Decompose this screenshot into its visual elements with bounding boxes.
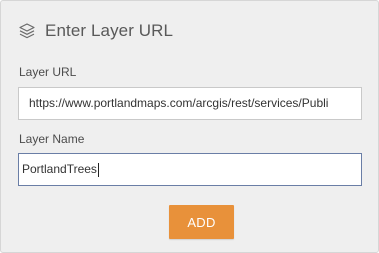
layer-name-label: Layer Name <box>19 132 85 146</box>
layer-url-input[interactable]: https://www.portlandmaps.com/arcgis/rest… <box>18 87 362 120</box>
layers-icon <box>17 21 37 41</box>
add-button[interactable]: ADD <box>169 205 234 239</box>
layer-name-value: PortlandTrees <box>22 162 97 176</box>
layer-name-input[interactable]: PortlandTrees <box>18 153 362 186</box>
panel-title: Enter Layer URL <box>45 21 174 40</box>
text-caret <box>97 162 99 177</box>
add-layer-panel: Enter Layer URL Layer URL https://www.po… <box>0 0 379 253</box>
layer-url-value: https://www.portlandmaps.com/arcgis/rest… <box>29 96 329 110</box>
panel-header: Enter Layer URL <box>17 18 173 44</box>
layer-url-label: Layer URL <box>19 65 77 79</box>
